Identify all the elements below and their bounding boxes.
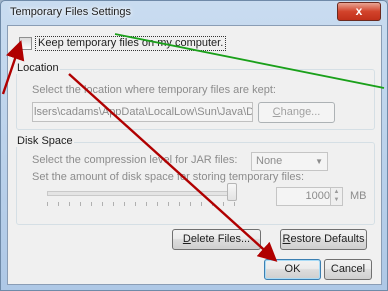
red-arrow-to-ok-button bbox=[68, 73, 278, 262]
green-arrow-line bbox=[114, 33, 385, 89]
red-arrow-to-checkbox bbox=[1, 40, 25, 95]
annotation-overlay bbox=[1, 33, 385, 262]
